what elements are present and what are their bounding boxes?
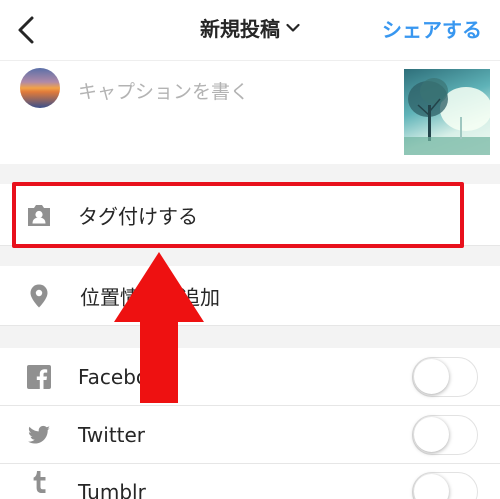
share-tumblr-row: Tumblr: [0, 464, 500, 499]
chevron-left-icon: [18, 16, 34, 44]
avatar: [20, 68, 60, 108]
section-separator: [0, 164, 500, 184]
toggle-knob: [414, 416, 449, 452]
twitter-toggle[interactable]: [412, 414, 478, 455]
post-title-dropdown[interactable]: 新規投稿: [200, 13, 300, 42]
back-button[interactable]: [10, 12, 42, 48]
section-separator: [0, 326, 500, 348]
tumblr-toggle[interactable]: [412, 472, 478, 499]
page-title: 新規投稿: [200, 17, 280, 41]
share-facebook-row: Facebook: [0, 348, 500, 406]
header-bar: 新規投稿 シェアする: [0, 0, 500, 60]
chevron-down-icon: [286, 23, 300, 32]
facebook-icon: [27, 364, 51, 389]
tumblr-icon: [33, 471, 46, 493]
location-pin-icon: [30, 284, 48, 307]
tumblr-label: Tumblr: [78, 480, 146, 499]
facebook-toggle[interactable]: [412, 356, 478, 397]
toggle-knob: [414, 474, 449, 499]
person-tag-icon: [28, 204, 50, 226]
twitter-label: Twitter: [78, 422, 146, 447]
tree-photo-icon: [404, 78, 490, 155]
section-separator: [0, 246, 500, 266]
share-twitter-row: Twitter: [0, 406, 500, 464]
tag-people-label: タグ付けする: [78, 204, 198, 228]
twitter-icon: [28, 425, 50, 443]
toggle-knob: [414, 358, 449, 394]
share-button[interactable]: シェアする: [382, 14, 482, 43]
caption-input[interactable]: キャプションを書く: [78, 77, 249, 104]
add-location-row[interactable]: 位置情報を追加: [0, 266, 500, 326]
tag-people-row[interactable]: タグ付けする: [0, 184, 500, 246]
photo-thumbnail[interactable]: [404, 69, 490, 155]
compose-area: キャプションを書く: [0, 60, 500, 164]
arrow-up-icon: [114, 252, 204, 403]
